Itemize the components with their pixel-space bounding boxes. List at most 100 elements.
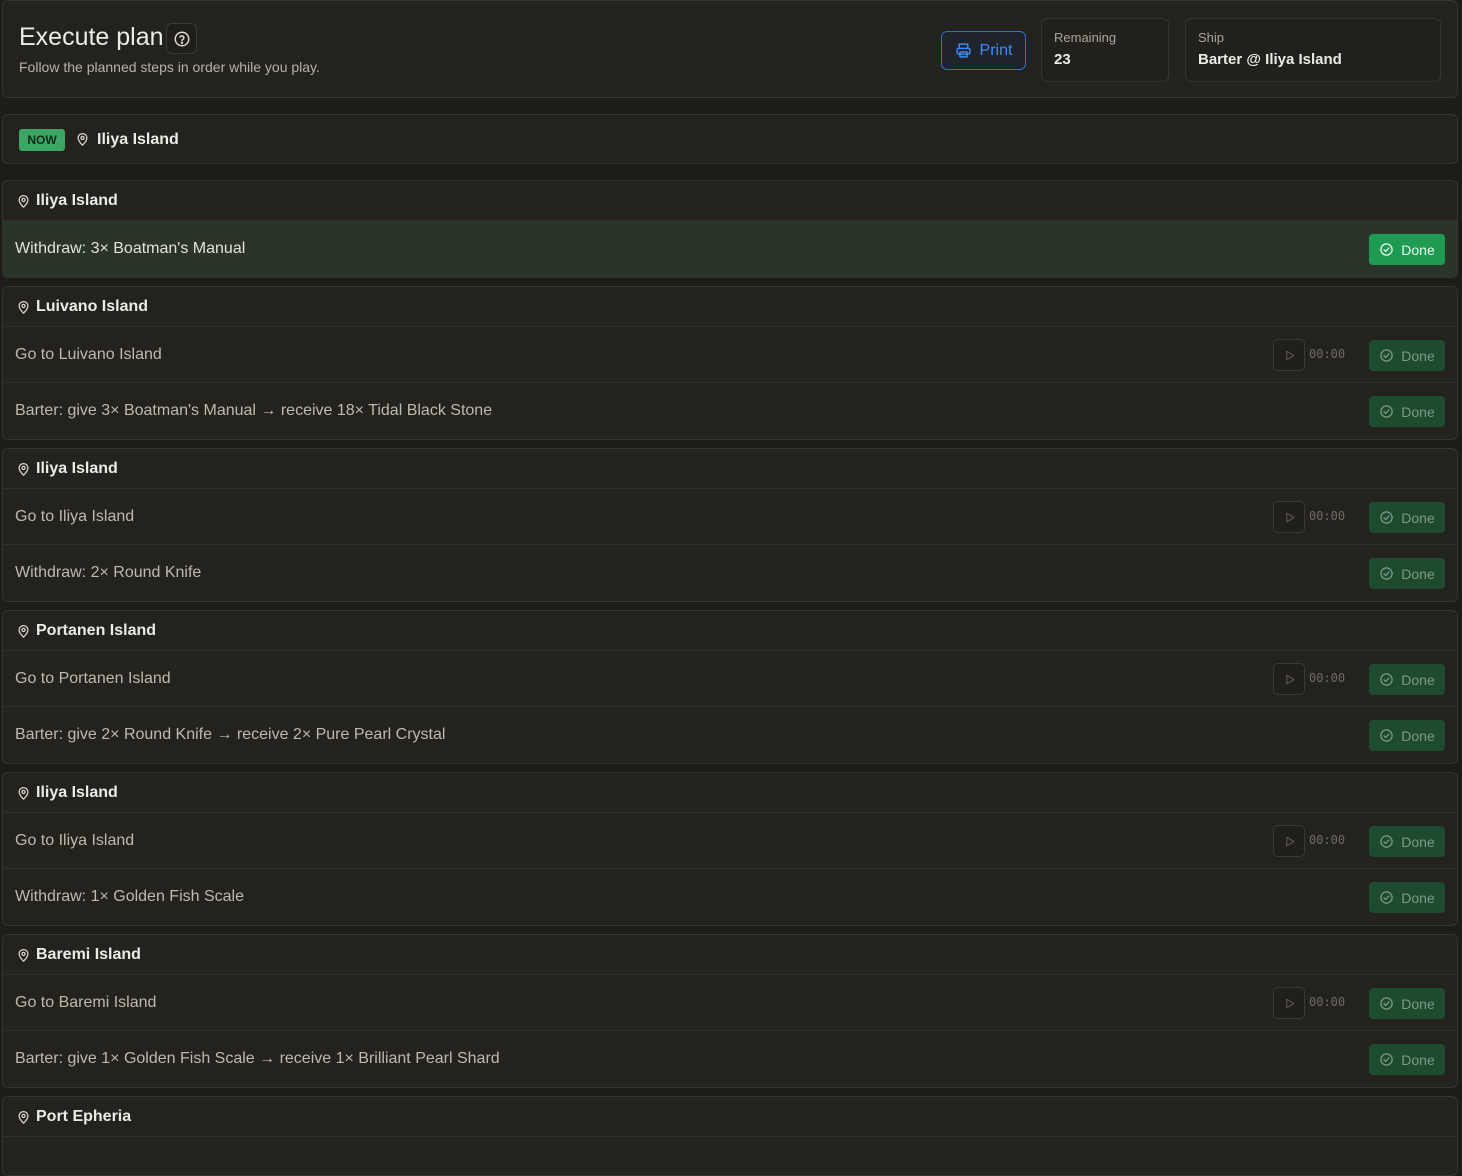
step-group: Iliya Island Go to Iliya Island 00:00 Done W… — [2, 772, 1458, 926]
done-label: Done — [1401, 727, 1435, 744]
done-button[interactable]: Done — [1369, 558, 1445, 589]
done-label: Done — [1401, 1051, 1435, 1068]
map-pin-icon — [18, 624, 29, 638]
step-text: Barter: give 2× Round Knife → receive 2×… — [15, 726, 446, 743]
map-pin-icon — [18, 948, 29, 962]
group-header: Port Epheria — [3, 1097, 1457, 1137]
check-circle-icon — [1380, 835, 1394, 848]
done-button[interactable]: Done — [1369, 826, 1445, 857]
check-circle-icon — [1380, 673, 1394, 686]
check-circle-icon — [1380, 243, 1394, 256]
current-location: Iliya Island — [97, 131, 179, 148]
done-label: Done — [1401, 403, 1435, 420]
step-text: Barter: give 1× Golden Fish Scale → rece… — [15, 1050, 500, 1067]
done-label: Done — [1401, 889, 1435, 906]
step-timer: 00:00 — [1309, 671, 1346, 685]
play-icon — [1285, 836, 1294, 846]
map-pin-icon — [18, 1110, 29, 1124]
step-text: Go to Iliya Island — [15, 832, 135, 849]
print-label: Print — [979, 41, 1013, 59]
remaining-label: Remaining — [1054, 30, 1117, 45]
printer-icon — [955, 43, 971, 58]
group-location: Iliya Island — [36, 192, 118, 209]
done-button[interactable]: Done — [1369, 720, 1445, 751]
question-circle-icon — [174, 31, 189, 46]
step-timer: 00:00 — [1309, 995, 1346, 1009]
ship-label: Ship — [1198, 30, 1225, 45]
play-icon — [1285, 674, 1294, 684]
play-icon — [1285, 350, 1294, 360]
step-row: Go to Luivano Island 00:00 Done — [3, 327, 1457, 383]
step-group: Luivano Island Go to Luivano Island 00:00 D… — [2, 286, 1458, 440]
check-circle-icon — [1380, 567, 1394, 580]
step-row: Barter: give 3× Boatman's Manual → recei… — [3, 383, 1457, 439]
step-text: Go to Luivano Island — [15, 346, 162, 363]
step-group: Port Epheria — [2, 1096, 1458, 1176]
start-timer-button[interactable] — [1273, 339, 1305, 371]
step-row: Withdraw: 2× Round Knife Done — [3, 545, 1457, 601]
map-pin-icon — [18, 300, 29, 314]
start-timer-button[interactable] — [1273, 663, 1305, 695]
current-location-bar: NOW Iliya Island — [2, 114, 1458, 164]
step-group: Baremi Island Go to Baremi Island 00:00 Don… — [2, 934, 1458, 1088]
step-group: Portanen Island Go to Portanen Island 00:0… — [2, 610, 1458, 764]
done-label: Done — [1401, 671, 1435, 688]
group-location: Portanen Island — [36, 622, 157, 639]
step-row: Go to Iliya Island 00:00 Done — [3, 489, 1457, 545]
map-pin-icon — [18, 462, 29, 476]
help-button[interactable] — [166, 23, 197, 54]
step-row: Barter: give 1× Golden Fish Scale → rece… — [3, 1031, 1457, 1087]
step-text: Go to Portanen Island — [15, 670, 171, 687]
map-pin-icon — [18, 194, 29, 208]
step-timer: 00:00 — [1309, 833, 1346, 847]
map-pin-icon — [18, 786, 29, 800]
check-circle-icon — [1380, 405, 1394, 418]
done-label: Done — [1401, 995, 1435, 1012]
now-badge: NOW — [19, 129, 65, 151]
group-location: Luivano Island — [36, 298, 149, 315]
done-button[interactable]: Done — [1369, 234, 1445, 265]
print-button[interactable]: Print — [941, 31, 1026, 70]
done-label: Done — [1401, 565, 1435, 582]
start-timer-button[interactable] — [1273, 501, 1305, 533]
done-label: Done — [1401, 509, 1435, 526]
check-circle-icon — [1380, 349, 1394, 362]
step-text: Withdraw: 2× Round Knife — [15, 564, 202, 581]
done-label: Done — [1401, 241, 1435, 258]
page-title: Execute plan — [19, 23, 164, 51]
group-location: Iliya Island — [36, 460, 118, 477]
start-timer-button[interactable] — [1273, 987, 1305, 1019]
done-button[interactable]: Done — [1369, 988, 1445, 1019]
group-location: Baremi Island — [36, 946, 141, 963]
step-row: Barter: give 2× Round Knife → receive 2×… — [3, 707, 1457, 763]
ship-stat: Ship Barter @ Iliya Island — [1185, 18, 1441, 82]
done-button[interactable]: Done — [1369, 882, 1445, 913]
done-button[interactable]: Done — [1369, 664, 1445, 695]
done-button[interactable]: Done — [1369, 340, 1445, 371]
step-group: Iliya Island Withdraw: 3× Boatman's Manua… — [2, 180, 1458, 278]
done-button[interactable]: Done — [1369, 1044, 1445, 1075]
check-circle-icon — [1380, 891, 1394, 904]
play-icon — [1285, 998, 1294, 1008]
group-header: Iliya Island — [3, 181, 1457, 221]
plan-header: Execute plan Follow the planned steps in… — [2, 0, 1458, 98]
remaining-value: 23 — [1054, 51, 1071, 68]
step-text: Withdraw: 1× Golden Fish Scale — [15, 888, 244, 905]
done-label: Done — [1401, 347, 1435, 364]
group-location: Iliya Island — [36, 784, 118, 801]
check-circle-icon — [1380, 997, 1394, 1010]
check-circle-icon — [1380, 511, 1394, 524]
done-button[interactable]: Done — [1369, 396, 1445, 427]
step-row: Go to Baremi Island 00:00 Done — [3, 975, 1457, 1031]
step-row: Withdraw: 1× Golden Fish Scale Done — [3, 869, 1457, 925]
play-icon — [1285, 512, 1294, 522]
start-timer-button[interactable] — [1273, 825, 1305, 857]
step-timer: 00:00 — [1309, 509, 1346, 523]
group-header: Iliya Island — [3, 449, 1457, 489]
step-row: Go to Portanen Island 00:00 Done — [3, 651, 1457, 707]
check-circle-icon — [1380, 729, 1394, 742]
done-button[interactable]: Done — [1369, 502, 1445, 533]
step-text: Go to Iliya Island — [15, 508, 135, 525]
group-header: Iliya Island — [3, 773, 1457, 813]
step-text: Barter: give 3× Boatman's Manual → recei… — [15, 402, 493, 419]
